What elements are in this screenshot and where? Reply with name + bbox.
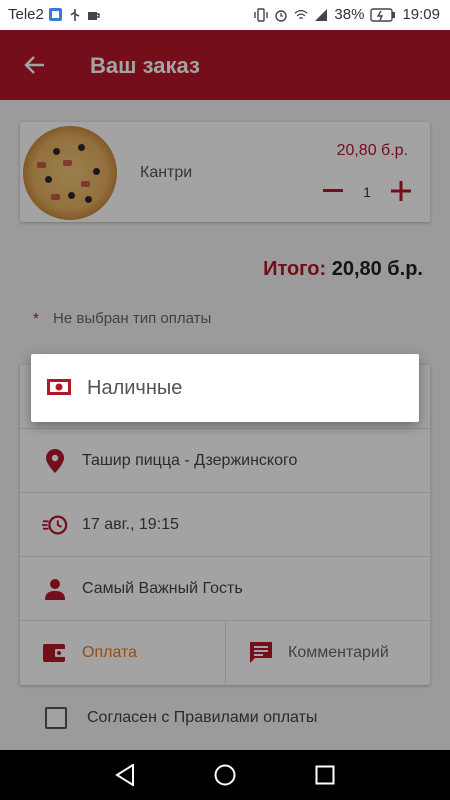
navigation-bar xyxy=(0,750,450,800)
carrier-name: Tele2 xyxy=(8,6,44,23)
alarm-icon xyxy=(274,8,288,22)
nav-back-button[interactable] xyxy=(113,763,137,787)
app-badge-icon xyxy=(49,8,63,22)
battery-percent: 38% xyxy=(334,6,365,23)
wifi-icon xyxy=(294,8,308,22)
nav-recents-button[interactable] xyxy=(313,763,337,787)
clock: 19:09 xyxy=(402,6,440,23)
coffee-icon xyxy=(87,8,101,22)
vibrate-icon xyxy=(254,7,269,22)
payment-option-cash[interactable]: Наличные xyxy=(31,354,419,422)
battery-charging-icon xyxy=(370,7,396,22)
square-recents-icon xyxy=(315,765,335,785)
nav-home-button[interactable] xyxy=(213,763,237,787)
triangle-back-icon xyxy=(115,764,134,786)
status-bar: Tele2 38% 19:09 xyxy=(0,0,450,30)
signal-icon xyxy=(314,8,328,22)
cash-option-label: Наличные xyxy=(87,377,183,399)
cash-icon xyxy=(47,379,71,395)
usb-icon xyxy=(68,8,82,22)
circle-home-icon xyxy=(214,764,236,786)
